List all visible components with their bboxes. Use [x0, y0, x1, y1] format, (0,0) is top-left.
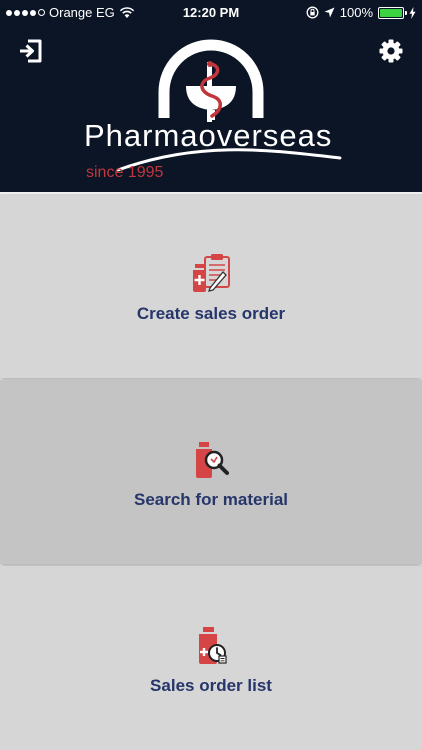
- search-medicine-icon: [196, 442, 229, 478]
- create-sales-order-label: Create sales order: [136, 304, 286, 323]
- sales-order-list-label: Sales order list: [150, 676, 272, 695]
- create-sales-order-button[interactable]: Create sales order: [0, 194, 422, 378]
- brand-name: Pharmaoverseas: [84, 118, 333, 153]
- brand-since: since 1995: [86, 164, 164, 181]
- sales-order-list-button[interactable]: Sales order list: [0, 566, 422, 750]
- pharmaoverseas-logo: [116, 39, 342, 172]
- order-list-icon: [199, 627, 227, 664]
- app-header: Orange EG 12:20 PM 100% Pharmaoverseas s…: [0, 0, 422, 192]
- search-material-label: Search for material: [133, 490, 288, 509]
- clipboard-medicine-icon: [193, 254, 230, 292]
- search-material-button[interactable]: Search for material: [0, 380, 422, 564]
